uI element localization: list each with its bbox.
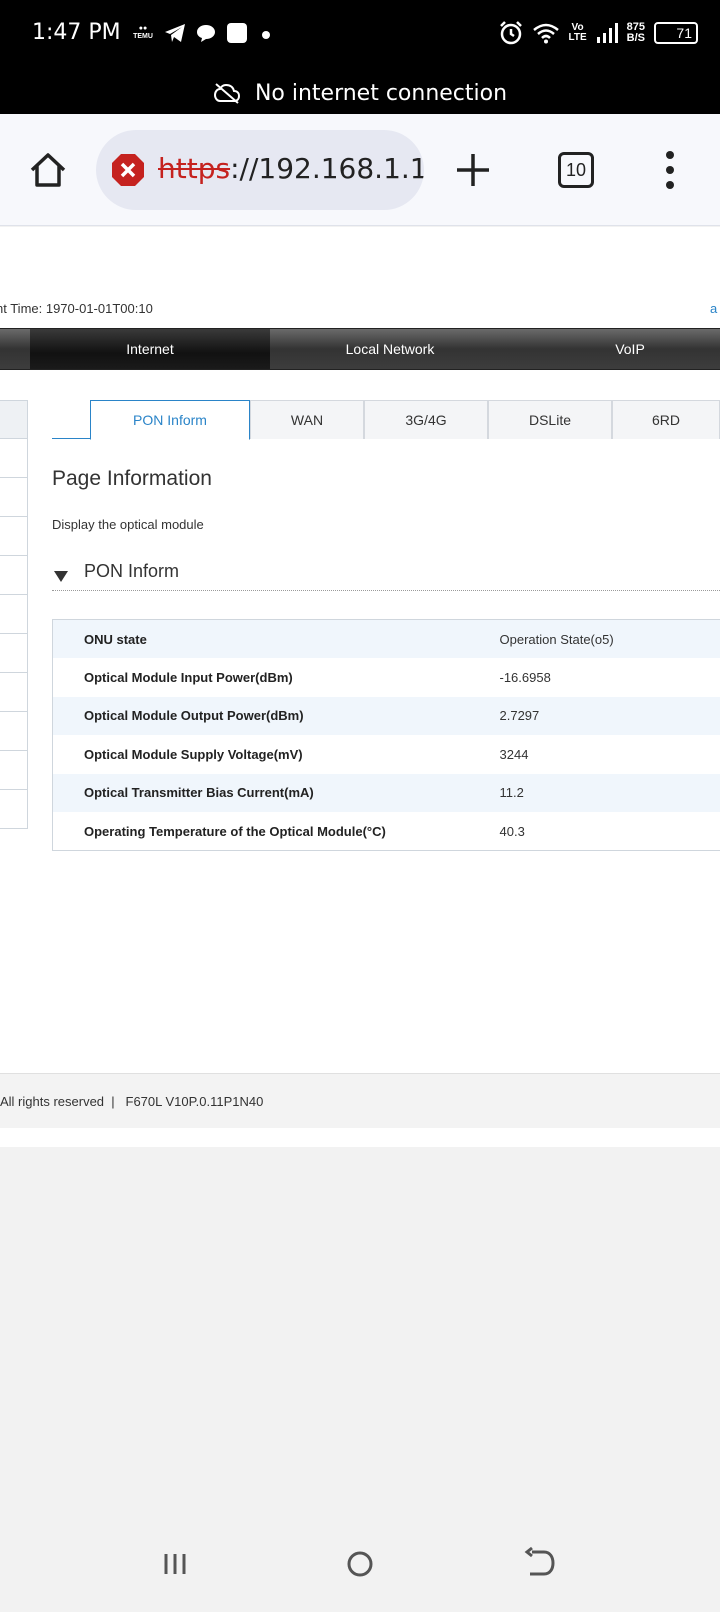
table-row: ONU state Operation State(o5): [52, 619, 720, 658]
home-icon[interactable]: [28, 150, 68, 190]
row-value: 11.2: [499, 773, 720, 812]
table-row: Optical Module Output Power(dBm) 2.7297: [52, 696, 720, 735]
page-footer: All rights reserved | F670L V10P.0.11P1N…: [0, 1073, 720, 1128]
tab-3g-4g[interactable]: 3G/4G: [364, 400, 488, 439]
left-menu-item[interactable]: [0, 712, 28, 751]
nav-internet[interactable]: Internet: [30, 329, 270, 369]
signal-strength-icon: [596, 23, 618, 43]
url-host: ://192.168.1.1: [230, 152, 424, 185]
no-internet-text: No internet connection: [254, 80, 508, 106]
left-menu-item[interactable]: [0, 595, 28, 634]
network-speed: 875 B/S: [626, 21, 645, 44]
table-row: Optical Module Input Power(dBm) -16.6958: [53, 658, 720, 697]
nav-local-network[interactable]: Local Network: [270, 329, 510, 369]
clock: 1:47 PM: [32, 20, 121, 45]
tab-wan[interactable]: WAN: [250, 400, 364, 439]
table-row: Operating Temperature of the Optical Mod…: [53, 812, 720, 851]
logout-link-partial[interactable]: a: [710, 301, 717, 316]
app-notification-icon: [227, 23, 247, 43]
telegram-icon: [165, 24, 185, 42]
recent-apps-icon[interactable]: [162, 1546, 198, 1582]
table-row: Optical Transmitter Bias Current(mA) 11.…: [52, 773, 720, 812]
temu-notification-icon: ●● TEMU: [133, 25, 153, 40]
status-bar: 1:47 PM ●● TEMU Vo LTE 875 B/S 71: [0, 0, 720, 72]
tab-dslite[interactable]: DSLite: [488, 400, 612, 439]
footer-version: F670L V10P.0.11P1N40: [125, 1094, 264, 1109]
browser-toolbar: https://192.168.1.1 10: [0, 114, 720, 226]
url-scheme: https: [158, 152, 231, 185]
more-menu-icon[interactable]: [660, 150, 680, 190]
tab-switcher-button[interactable]: 10: [558, 152, 594, 188]
left-menu-item[interactable]: [0, 517, 28, 556]
footer-rights: All rights reserved: [0, 1094, 105, 1109]
web-page: nt Time: 1970-01-01T00:10 a Internet Loc…: [0, 227, 720, 1147]
row-value: -16.6958: [499, 669, 551, 685]
battery-level: 71: [676, 25, 692, 41]
not-secure-icon[interactable]: [111, 153, 145, 187]
new-tab-icon[interactable]: [455, 152, 491, 188]
tab-pon-inform[interactable]: PON Inform: [90, 400, 250, 440]
left-menu-item[interactable]: [0, 439, 28, 478]
alarm-icon: [500, 21, 523, 45]
section-header[interactable]: PON Inform: [52, 561, 720, 591]
row-label: ONU state: [52, 619, 500, 658]
home-nav-icon[interactable]: [342, 1546, 378, 1582]
left-menu-item[interactable]: [0, 790, 28, 829]
page-title: Page Information: [52, 467, 212, 490]
pon-info-table: ONU state Operation State(o5) Optical Mo…: [52, 619, 720, 851]
notification-icons: ●● TEMU: [132, 22, 274, 44]
row-label: Optical Module Supply Voltage(mV): [84, 746, 303, 762]
battery-icon: 71: [654, 22, 698, 44]
cloud-off-icon: [213, 83, 240, 104]
left-menu-item[interactable]: [0, 751, 28, 790]
footer-separator: |: [111, 1094, 115, 1109]
section-title: PON Inform: [84, 561, 180, 581]
volte-indicator: Vo LTE: [568, 22, 587, 43]
status-icons: Vo LTE 875 B/S 71: [498, 20, 698, 46]
left-menu: [0, 400, 28, 829]
left-menu-item[interactable]: [0, 634, 28, 673]
main-nav: Internet Local Network VoIP: [0, 328, 720, 370]
collapse-triangle-icon[interactable]: [54, 571, 68, 582]
nav-voip[interactable]: VoIP: [510, 329, 720, 369]
row-label: Optical Module Output Power(dBm): [52, 696, 500, 735]
more-notifications-dot-icon: [262, 31, 270, 39]
wifi-icon: [533, 23, 560, 44]
row-value: Operation State(o5): [499, 619, 720, 658]
left-menu-item[interactable]: [0, 478, 28, 517]
current-time: nt Time: 1970-01-01T00:10: [0, 301, 153, 316]
row-value: 2.7297: [499, 696, 720, 735]
row-value: 3244: [499, 746, 529, 762]
url-text[interactable]: https://192.168.1.1: [158, 152, 424, 185]
address-bar[interactable]: https://192.168.1.1: [96, 130, 424, 210]
system-nav-bar: [0, 1530, 720, 1612]
row-value: 40.3: [499, 823, 525, 839]
tab-6rd[interactable]: 6RD: [612, 400, 720, 439]
back-icon[interactable]: [522, 1546, 558, 1582]
footer-text: All rights reserved | F670L V10P.0.11P1N…: [0, 1094, 263, 1109]
table-row: Optical Module Supply Voltage(mV) 3244: [53, 735, 720, 774]
left-menu-item[interactable]: [0, 556, 28, 595]
left-menu-item[interactable]: [0, 673, 28, 712]
no-internet-banner: No internet connection: [0, 72, 720, 114]
page-description: Display the optical module: [52, 517, 204, 532]
row-label: Operating Temperature of the Optical Mod…: [84, 823, 386, 839]
row-label: Optical Module Input Power(dBm): [84, 669, 293, 685]
chat-bubble-icon: [197, 25, 215, 42]
row-label: Optical Transmitter Bias Current(mA): [52, 773, 500, 812]
left-menu-item[interactable]: [0, 400, 28, 439]
